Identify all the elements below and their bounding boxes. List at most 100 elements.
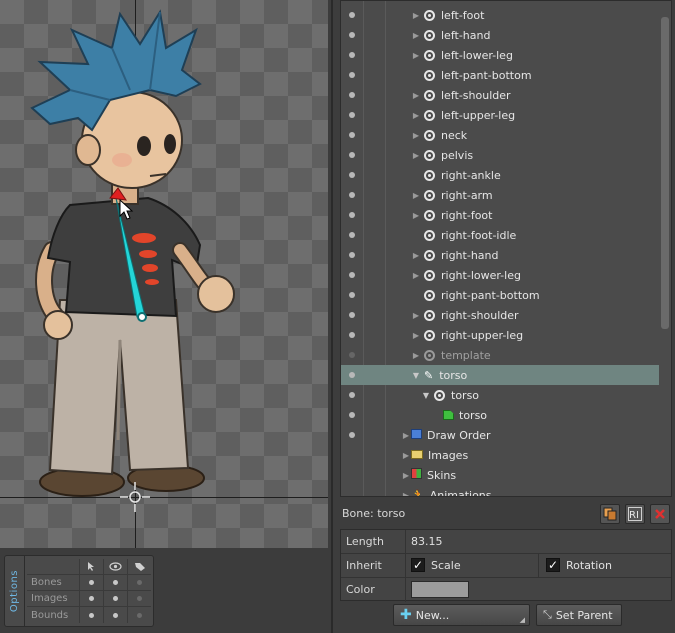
tree-section-animations[interactable]: ▶ 🏃 Animations xyxy=(341,485,659,497)
options-tab-label: Options xyxy=(9,569,20,613)
cursor-icon[interactable] xyxy=(79,558,103,575)
tree-item-bone[interactable]: ▶ right-arm xyxy=(341,185,659,205)
rename-button[interactable]: RI xyxy=(625,504,645,524)
visibility-dot[interactable] xyxy=(349,12,355,18)
bone-icon xyxy=(424,149,435,161)
visibility-dot[interactable] xyxy=(349,312,355,318)
visibility-dot[interactable] xyxy=(349,192,355,198)
eye-icon[interactable] xyxy=(103,558,127,575)
length-field[interactable]: 83.15 xyxy=(411,535,443,548)
visibility-dot[interactable] xyxy=(349,292,355,298)
tree-section-draw-order[interactable]: ▶ Draw Order xyxy=(341,425,659,445)
expand-arrow-icon[interactable]: ▶ xyxy=(401,431,411,440)
visibility-dot[interactable] xyxy=(349,272,355,278)
visibility-dot[interactable] xyxy=(349,252,355,258)
options-panel: Options Bones Images Bounds xyxy=(4,555,154,627)
visibility-dot[interactable] xyxy=(349,212,355,218)
visibility-dot[interactable] xyxy=(349,392,355,398)
expand-arrow-icon[interactable]: ▶ xyxy=(411,31,421,40)
inherit-scale-checkbox[interactable]: ✓ Scale xyxy=(411,558,461,572)
tree-item-bone[interactable]: right-ankle xyxy=(341,165,659,185)
visibility-dot[interactable] xyxy=(349,152,355,158)
tree-item-bone[interactable]: ▶ right-upper-leg xyxy=(341,325,659,345)
tree-item-bone[interactable]: ▶ left-lower-leg xyxy=(341,45,659,65)
slot-icon xyxy=(434,389,445,401)
tree-item-bone[interactable]: ▶ right-foot xyxy=(341,205,659,225)
tree-item-bone[interactable]: ▶ right-hand xyxy=(341,245,659,265)
tree-item-bone[interactable]: ▶ left-hand xyxy=(341,25,659,45)
visibility-dot[interactable] xyxy=(349,372,355,378)
new-button[interactable]: ✚ New... ◢ xyxy=(393,604,530,626)
tree-item-bone[interactable]: left-pant-bottom xyxy=(341,65,659,85)
visibility-dot[interactable] xyxy=(349,52,355,58)
bone-icon xyxy=(424,69,435,81)
copy-button[interactable] xyxy=(600,504,620,524)
expand-arrow-icon[interactable]: ▶ xyxy=(411,331,421,340)
image-attachment-icon xyxy=(443,410,454,420)
options-tab[interactable]: Options xyxy=(5,556,25,626)
inherit-rotation-checkbox[interactable]: ✓ Rotation xyxy=(546,558,612,572)
tree-item-torso-selected[interactable]: ▼ ✎ torso xyxy=(341,365,659,385)
delete-button[interactable] xyxy=(650,504,670,524)
tree-item-attachment[interactable]: torso xyxy=(341,405,659,425)
viewport-canvas[interactable] xyxy=(0,0,328,548)
expand-arrow-icon[interactable]: ▶ xyxy=(411,271,421,280)
visibility-dot[interactable] xyxy=(349,172,355,178)
visibility-dot[interactable] xyxy=(349,92,355,98)
set-parent-icon: ⤡ xyxy=(543,608,552,621)
tree-item-bone[interactable]: ▶ right-shoulder xyxy=(341,305,659,325)
color-swatch[interactable] xyxy=(411,581,469,598)
tree-item-slot[interactable]: ▼ torso xyxy=(341,385,659,405)
bone-icon xyxy=(424,209,435,221)
tree-item-bone[interactable]: ▶ left-shoulder xyxy=(341,85,659,105)
expand-arrow-icon[interactable]: ▶ xyxy=(411,351,421,360)
tree-view[interactable]: ▶ left-foot ▶ left-hand ▶ left-lower-leg xyxy=(340,0,672,497)
tree-item-bone[interactable]: ▶ right-lower-leg xyxy=(341,265,659,285)
visibility-dot[interactable] xyxy=(349,332,355,338)
expand-arrow-icon[interactable]: ▶ xyxy=(411,11,421,20)
tag-icon[interactable] xyxy=(127,558,151,575)
collapse-arrow-icon[interactable]: ▼ xyxy=(411,371,421,380)
set-parent-button[interactable]: ⤡ Set Parent xyxy=(536,604,622,626)
folder-icon xyxy=(411,449,428,462)
expand-arrow-icon[interactable]: ▶ xyxy=(411,51,421,60)
options-row-bounds: Bounds xyxy=(27,607,151,623)
tree-scrollbar[interactable] xyxy=(661,17,669,329)
tree-item-bone[interactable]: ▶ left-foot xyxy=(341,5,659,25)
tree-item-bone[interactable]: ▶ left-upper-leg xyxy=(341,105,659,125)
bone-icon xyxy=(424,169,435,181)
expand-arrow-icon[interactable]: ▶ xyxy=(411,151,421,160)
expand-arrow-icon[interactable]: ▶ xyxy=(411,131,421,140)
tree-section-images[interactable]: ▶ Images xyxy=(341,445,659,465)
tree-item-bone[interactable]: ▶ pelvis xyxy=(341,145,659,165)
visibility-dot[interactable] xyxy=(349,72,355,78)
visibility-dot[interactable] xyxy=(349,232,355,238)
visibility-dot[interactable] xyxy=(349,412,355,418)
expand-arrow-icon[interactable]: ▶ xyxy=(411,311,421,320)
expand-arrow-icon[interactable]: ▶ xyxy=(401,451,411,460)
visibility-dot[interactable] xyxy=(349,32,355,38)
inherit-row: Inherit ✓ Scale ✓ Rotation xyxy=(341,554,671,578)
expand-arrow-icon[interactable]: ▶ xyxy=(411,191,421,200)
tree-item-bone[interactable]: ▶ neck xyxy=(341,125,659,145)
options-row-bones: Bones xyxy=(27,574,151,591)
expand-arrow-icon[interactable]: ▶ xyxy=(411,111,421,120)
visibility-dot[interactable] xyxy=(349,112,355,118)
bone-icon xyxy=(424,269,435,281)
bone-icon xyxy=(424,189,435,201)
expand-arrow-icon[interactable]: ▶ xyxy=(411,211,421,220)
character-skeleton[interactable] xyxy=(0,0,328,548)
collapse-arrow-icon[interactable]: ▼ xyxy=(421,391,431,400)
expand-arrow-icon[interactable]: ▶ xyxy=(401,491,411,497)
visibility-dot[interactable] xyxy=(349,432,355,438)
expand-arrow-icon[interactable]: ▶ xyxy=(411,91,421,100)
options-row-images: Images xyxy=(27,590,151,607)
visibility-dot[interactable] xyxy=(349,132,355,138)
expand-arrow-icon[interactable]: ▶ xyxy=(411,251,421,260)
tree-section-skins[interactable]: ▶ Skins xyxy=(341,465,659,485)
tree-item-bone[interactable]: right-foot-idle xyxy=(341,225,659,245)
tree-item-bone[interactable]: right-pant-bottom xyxy=(341,285,659,305)
expand-arrow-icon[interactable]: ▶ xyxy=(401,471,411,480)
tree-item-bone[interactable]: ▶ template xyxy=(341,345,659,365)
visibility-dot[interactable] xyxy=(349,352,355,358)
